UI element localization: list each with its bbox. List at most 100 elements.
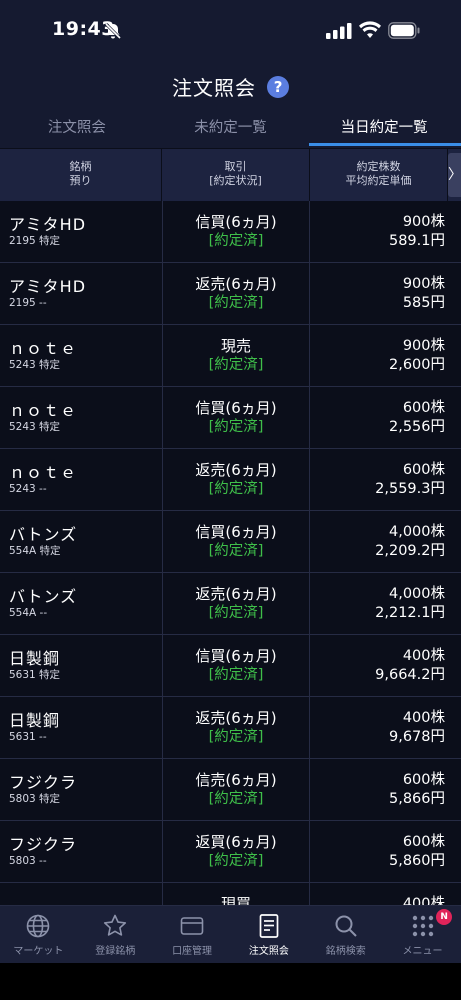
table-row[interactable]: ｎｏｔｅ 5243 特定 現売 [約定済] 900株 2,600円 — [0, 325, 461, 387]
quantity-cell: 600株 5,866円 — [310, 771, 445, 809]
execution-status: [約定済] — [208, 605, 264, 621]
average-price: 2,209.2円 — [375, 543, 445, 559]
executed-quantity: 900株 — [402, 276, 445, 292]
executed-quantity: 900株 — [402, 338, 445, 354]
table-row[interactable]: ｎｏｔｅ 5243 -- 返売(6ヵ月) [約定済] 600株 2,559.3円 — [0, 449, 461, 511]
trade-type: 返売(6ヵ月) — [195, 275, 277, 293]
trade-type: 返買(6ヵ月) — [195, 833, 277, 851]
execution-status: [約定済] — [208, 791, 264, 807]
nav-watchlist[interactable]: 登録銘柄 — [77, 906, 154, 964]
table-row[interactable]: フジクラ 5803 特定 信売(6ヵ月) [約定済] 600株 5,866円 — [0, 759, 461, 821]
average-price: 2,559.3円 — [375, 481, 445, 497]
stock-code: 2195 -- — [9, 297, 47, 309]
stock-name: アミタHD — [9, 215, 87, 234]
star-icon — [104, 914, 127, 936]
execution-status: [約定済] — [208, 729, 264, 745]
table-row[interactable]: バトンズ 554A -- 返売(6ヵ月) [約定済] 4,000株 2,212.1円 — [0, 573, 461, 635]
quantity-cell: 4,000株 2,212.1円 — [310, 585, 445, 623]
stock-cell: 日製鋼 5631 特定 — [9, 649, 159, 682]
globe-icon — [27, 914, 50, 938]
trade-type: 信買(6ヵ月) — [195, 523, 277, 541]
stock-cell: フジクラ 5803 -- — [9, 835, 159, 868]
tab-bar: 注文照会 未約定一覧 当日約定一覧 — [0, 114, 461, 148]
quantity-cell: 600株 2,559.3円 — [310, 461, 445, 499]
trade-type: 現売 — [220, 337, 251, 355]
stock-cell — [9, 897, 159, 898]
stock-name: フジクラ — [9, 835, 78, 854]
stock-code: 2195 特定 — [9, 235, 61, 247]
stock-cell: バトンズ 554A -- — [9, 587, 159, 620]
stock-cell: ｎｏｔｅ 5243 特定 — [9, 401, 159, 434]
stock-name: ｎｏｔｅ — [9, 339, 78, 358]
table-row[interactable]: アミタHD 2195 特定 信買(6ヵ月) [約定済] 900株 589.1円 — [0, 201, 461, 263]
trade-type: 返売(6ヵ月) — [195, 461, 277, 479]
notification-badge: N — [436, 909, 453, 925]
table-row[interactable]: 日製鋼 5631 -- 返売(6ヵ月) [約定済] 400株 9,678円 — [0, 697, 461, 759]
nav-order-inquiry[interactable]: 注文照会 — [230, 906, 307, 964]
execution-status: [約定済] — [208, 667, 264, 683]
grid-icon — [412, 915, 433, 937]
execution-status: [約定済] — [208, 853, 264, 869]
execution-status: [約定済] — [208, 233, 264, 249]
stock-name: バトンズ — [9, 587, 78, 606]
nav-account[interactable]: 口座管理 — [154, 906, 231, 964]
stock-code: 5631 特定 — [9, 669, 61, 681]
column-header-trade-label: 取引 — [224, 160, 247, 173]
tab-order-inquiry[interactable]: 注文照会 — [0, 114, 154, 148]
stock-code: 5243 特定 — [9, 421, 61, 433]
stock-cell: ｎｏｔｅ 5243 特定 — [9, 339, 159, 372]
trade-cell: 信買(6ヵ月) [約定済] — [162, 635, 310, 696]
table-row[interactable]: フジクラ 5803 -- 返買(6ヵ月) [約定済] 600株 5,860円 — [0, 821, 461, 883]
stock-name: バトンズ — [9, 525, 78, 544]
chevron-right-icon[interactable]: 〉 — [448, 153, 461, 197]
cellular-signal-icon — [326, 23, 352, 39]
table-row[interactable]: アミタHD 2195 -- 返売(6ヵ月) [約定済] 900株 585円 — [0, 263, 461, 325]
executed-quantity: 600株 — [402, 462, 445, 478]
quantity-cell: 600株 5,860円 — [310, 833, 445, 871]
nav-market[interactable]: マーケット — [0, 906, 77, 964]
status-bar: 19:43 — [0, 0, 461, 62]
average-price: 9,664.2円 — [375, 667, 445, 683]
trade-cell: 返売(6ヵ月) [約定済] — [162, 697, 310, 758]
nav-menu[interactable]: N メニュー — [384, 906, 461, 964]
search-icon — [335, 915, 357, 937]
stock-code: 554A 特定 — [9, 545, 61, 557]
trade-type: 信買(6ヵ月) — [195, 213, 277, 231]
stock-cell: フジクラ 5803 特定 — [9, 773, 159, 806]
executed-quantity: 400株 — [402, 648, 445, 664]
tab-today-executed-list[interactable]: 当日約定一覧 — [307, 114, 461, 148]
table-header: 銘柄 預り 取引 [約定状況] 約定株数 平均約定単価 〉 — [0, 149, 461, 201]
nav-label: マーケット — [13, 946, 64, 957]
silent-bell-icon — [104, 22, 122, 40]
quantity-cell: 4,000株 2,209.2円 — [310, 523, 445, 561]
execution-status: [約定済] — [208, 419, 264, 435]
execution-status: [約定済] — [208, 543, 264, 559]
average-price: 2,556円 — [388, 419, 445, 435]
trade-cell: 信買(6ヵ月) [約定済] — [162, 387, 310, 448]
help-icon[interactable]: ? — [267, 75, 290, 98]
tab-unexecuted-list[interactable]: 未約定一覧 — [154, 114, 308, 148]
table-row[interactable]: ｎｏｔｅ 5243 特定 信買(6ヵ月) [約定済] 600株 2,556円 — [0, 387, 461, 449]
trade-type: 信売(6ヵ月) — [195, 771, 277, 789]
title-area: 注文照会 ? — [0, 72, 461, 101]
stock-code: 5631 -- — [9, 731, 47, 743]
stock-name: 日製鋼 — [9, 711, 61, 730]
nav-label: 口座管理 — [172, 946, 213, 957]
executed-quantity: 400株 — [402, 710, 445, 726]
quantity-cell: 900株 589.1円 — [310, 213, 445, 251]
executed-quantity: 900株 — [402, 214, 445, 230]
nav-label: メニュー — [402, 946, 443, 957]
trade-type: 返売(6ヵ月) — [195, 585, 277, 603]
trade-cell: 返売(6ヵ月) [約定済] — [162, 573, 310, 634]
table-row[interactable]: 日製鋼 5631 特定 信買(6ヵ月) [約定済] 400株 9,664.2円 — [0, 635, 461, 697]
stock-cell: ｎｏｔｅ 5243 -- — [9, 463, 159, 496]
trade-cell: 信売(6ヵ月) [約定済] — [162, 759, 310, 820]
executed-quantity: 4,000株 — [388, 524, 445, 540]
stock-cell: バトンズ 554A 特定 — [9, 525, 159, 558]
nav-stock-search[interactable]: 銘柄検索 — [307, 906, 384, 964]
trade-type: 信買(6ヵ月) — [195, 399, 277, 417]
stock-code: 5803 -- — [9, 855, 47, 867]
trade-cell: 現売 [約定済] — [162, 325, 310, 386]
quantity-cell: 400株 9,664.2円 — [310, 647, 445, 685]
table-row[interactable]: バトンズ 554A 特定 信買(6ヵ月) [約定済] 4,000株 2,209.2円 — [0, 511, 461, 573]
